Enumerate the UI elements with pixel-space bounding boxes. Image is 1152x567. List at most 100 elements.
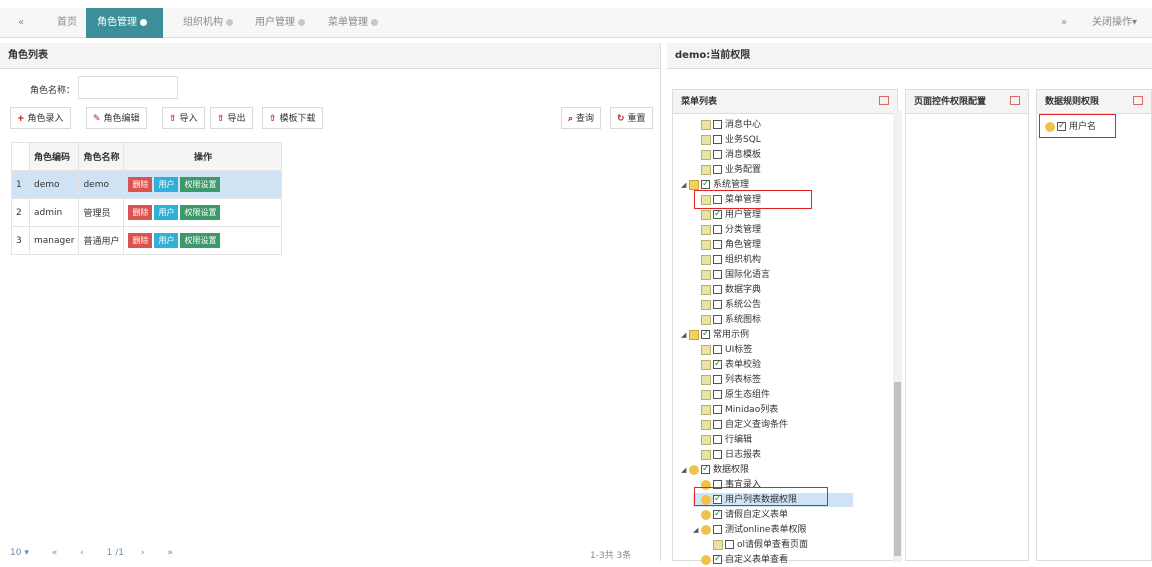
tree-item[interactable]: 行编辑: [693, 433, 752, 447]
user-button[interactable]: 用户: [154, 233, 179, 248]
table-row[interactable]: 2 admin 管理员 删除 用户 权限设置: [11, 198, 283, 227]
tree-item[interactable]: 组织机构: [693, 253, 761, 267]
tree-item[interactable]: 分类管理: [693, 223, 761, 237]
tab-menu[interactable]: 菜单管理: [328, 8, 378, 38]
collapse-icon[interactable]: [1133, 96, 1143, 105]
tab-user[interactable]: 用户管理: [255, 8, 305, 38]
tree-item[interactable]: 自定义查询条件: [693, 418, 788, 432]
next-page-button[interactable]: ›: [141, 548, 145, 558]
role-name-search-input[interactable]: [78, 76, 178, 99]
tree-item[interactable]: 消息模板: [693, 148, 761, 162]
page-number-input[interactable]: 1: [107, 548, 113, 558]
tree-item[interactable]: 列表标签: [693, 373, 761, 387]
delete-button[interactable]: 删除: [128, 177, 153, 192]
checkbox[interactable]: [713, 390, 722, 399]
permission-settings-button[interactable]: 权限设置: [180, 233, 221, 248]
checkbox[interactable]: [713, 285, 722, 294]
export-button[interactable]: ⇧ 导出: [210, 107, 253, 129]
checkbox[interactable]: [713, 405, 722, 414]
checkbox[interactable]: [713, 207, 722, 221]
table-row[interactable]: 1 demo demo 删除 用户 权限设置: [11, 170, 283, 199]
tree-item[interactable]: 业务配置: [693, 163, 761, 177]
checkbox[interactable]: [713, 345, 722, 354]
tree-item[interactable]: 国际化语言: [693, 268, 770, 282]
checkbox[interactable]: [701, 327, 710, 341]
tab-home[interactable]: 首页: [57, 8, 77, 38]
checkbox[interactable]: [713, 300, 722, 309]
close-ops-dropdown[interactable]: 关闭操作▾: [1092, 8, 1137, 38]
checkbox[interactable]: [713, 375, 722, 384]
import-button[interactable]: ⇧ 导入: [162, 107, 205, 129]
close-icon[interactable]: [371, 18, 378, 26]
checkbox[interactable]: [713, 135, 722, 144]
tab-org[interactable]: 组织机构: [183, 8, 233, 38]
tree-item[interactable]: 消息中心: [693, 118, 761, 132]
template-download-button[interactable]: ⇧ 模板下载: [262, 107, 323, 129]
expand-arrow-icon[interactable]: ◢: [681, 178, 689, 192]
checkbox[interactable]: [713, 120, 722, 129]
tree-item[interactable]: 业务SQL: [693, 133, 761, 147]
expand-arrow-icon[interactable]: ◢: [681, 463, 689, 477]
checkbox[interactable]: [713, 270, 722, 279]
checkbox[interactable]: [713, 450, 722, 459]
checkbox[interactable]: [725, 540, 734, 549]
tab-scroll-back-icon[interactable]: «: [18, 8, 38, 38]
tree-item[interactable]: 用户管理: [693, 207, 761, 222]
checkbox[interactable]: [713, 435, 722, 444]
permission-settings-button[interactable]: 权限设置: [180, 177, 221, 192]
checkbox[interactable]: [713, 150, 722, 159]
collapse-icon[interactable]: [1010, 96, 1020, 105]
tree-item[interactable]: 系统公告: [693, 298, 761, 312]
close-icon[interactable]: [226, 18, 233, 26]
tree-item[interactable]: UI标签: [693, 343, 752, 357]
checkbox[interactable]: [713, 225, 722, 234]
reset-button[interactable]: ↻ 重置: [610, 107, 653, 129]
tree-item[interactable]: 角色管理: [693, 238, 761, 252]
tree-item[interactable]: ol请假单查看页面: [705, 538, 808, 552]
first-page-button[interactable]: «: [52, 548, 58, 558]
checkbox[interactable]: [713, 255, 722, 264]
close-icon[interactable]: [298, 18, 305, 26]
tree-item[interactable]: 表单校验: [693, 357, 761, 372]
tree-item[interactable]: 数据字典: [693, 283, 761, 297]
table-row[interactable]: 3 manager 普通用户 删除 用户 权限设置: [11, 226, 283, 255]
tree-item[interactable]: 请假自定义表单: [693, 507, 788, 522]
checkbox[interactable]: [713, 357, 722, 371]
tree-item[interactable]: 自定义表单查看: [693, 552, 788, 567]
expand-arrow-icon[interactable]: ◢: [681, 328, 689, 342]
user-button[interactable]: 用户: [154, 177, 179, 192]
page-size-select[interactable]: 10 ▾: [10, 548, 29, 558]
checkbox[interactable]: [713, 525, 722, 534]
tab-scroll-forward-icon[interactable]: »: [1061, 8, 1067, 38]
tree-item[interactable]: 系统图标: [693, 313, 761, 327]
edit-role-button[interactable]: ✎ 角色编辑: [86, 107, 147, 129]
last-page-button[interactable]: »: [167, 548, 173, 558]
checkbox[interactable]: [713, 552, 722, 566]
close-icon[interactable]: [140, 18, 147, 26]
checkbox[interactable]: [713, 420, 722, 429]
checkbox[interactable]: [713, 240, 722, 249]
tree-item[interactable]: 原生态组件: [693, 388, 770, 402]
collapse-icon[interactable]: [879, 96, 889, 105]
tree-item[interactable]: ◢ 数据权限: [681, 462, 749, 477]
expand-arrow-icon[interactable]: ◢: [693, 523, 701, 537]
delete-button[interactable]: 删除: [128, 205, 153, 220]
tab-role-management[interactable]: 角色管理: [86, 8, 163, 38]
checkbox[interactable]: [713, 165, 722, 174]
checkbox[interactable]: [701, 177, 710, 191]
permission-settings-button[interactable]: 权限设置: [180, 205, 221, 220]
checkbox[interactable]: [701, 462, 710, 476]
checkbox[interactable]: [713, 315, 722, 324]
checkbox[interactable]: [713, 507, 722, 521]
add-role-button[interactable]: + 角色录入: [10, 107, 71, 129]
user-button[interactable]: 用户: [154, 205, 179, 220]
tree-item[interactable]: Minidao列表: [693, 403, 778, 417]
scrollbar-thumb[interactable]: [894, 382, 901, 556]
tree-item[interactable]: 日志报表: [693, 448, 761, 462]
query-button[interactable]: ⌕ 查询: [561, 107, 602, 129]
prev-page-button[interactable]: ‹: [80, 548, 84, 558]
tree-item[interactable]: ◢ 测试online表单权限: [693, 523, 806, 537]
delete-button[interactable]: 删除: [128, 233, 153, 248]
scrollbar[interactable]: [893, 110, 902, 562]
tree-item[interactable]: ◢ 常用示例: [681, 327, 749, 342]
